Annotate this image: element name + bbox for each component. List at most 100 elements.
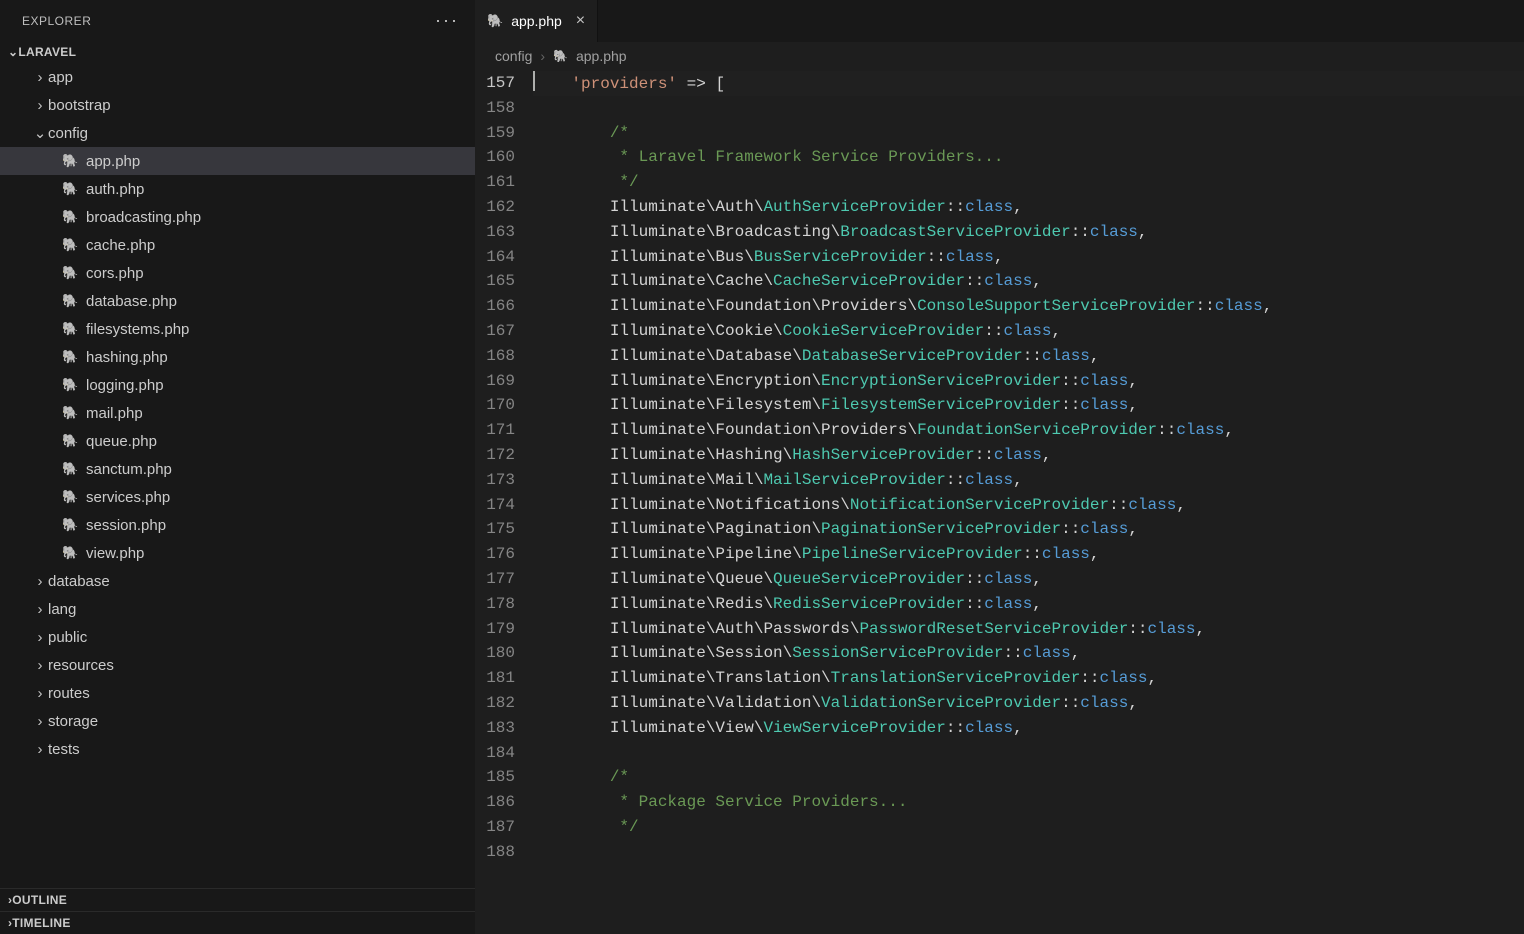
line-gutter: 1571581591601611621631641651661671681691…: [475, 71, 533, 934]
file-label: mail.php: [86, 405, 143, 422]
tab-app-php[interactable]: 🐘 app.php ×: [475, 0, 598, 42]
explorer-sidebar: EXPLORER ··· ⌄ LARAVEL ›app›bootstrap⌄co…: [0, 0, 475, 934]
file-label: broadcasting.php: [86, 209, 201, 226]
file-queue-php[interactable]: 🐘 queue.php: [0, 427, 475, 455]
file-label: cache.php: [86, 237, 155, 254]
chevron-down-icon: ⌄: [32, 124, 48, 142]
file-view-php[interactable]: 🐘 view.php: [0, 539, 475, 567]
php-icon: 🐘: [62, 293, 78, 309]
code-editor[interactable]: 1571581591601611621631641651661671681691…: [475, 71, 1524, 934]
php-icon: 🐘: [62, 377, 78, 393]
file-broadcasting-php[interactable]: 🐘 broadcasting.php: [0, 203, 475, 231]
chevron-right-icon: ›: [32, 573, 48, 590]
file-mail-php[interactable]: 🐘 mail.php: [0, 399, 475, 427]
breadcrumb-segment[interactable]: app.php: [576, 48, 627, 64]
folder-label: storage: [48, 713, 98, 730]
php-icon: 🐘: [62, 321, 78, 337]
folder-label: config: [48, 125, 88, 142]
folder-label: lang: [48, 601, 76, 618]
php-icon: 🐘: [62, 461, 78, 477]
folder-routes[interactable]: ›routes: [0, 679, 475, 707]
timeline-panel[interactable]: › TIMELINE: [0, 911, 475, 934]
file-sanctum-php[interactable]: 🐘 sanctum.php: [0, 455, 475, 483]
file-label: queue.php: [86, 433, 157, 450]
explorer-panels: › OUTLINE › TIMELINE: [0, 888, 475, 934]
chevron-right-icon: ›: [540, 48, 545, 64]
explorer-header: EXPLORER ···: [0, 0, 475, 41]
close-icon[interactable]: ×: [576, 12, 585, 30]
php-icon: 🐘: [62, 405, 78, 421]
file-label: view.php: [86, 545, 144, 562]
file-label: auth.php: [86, 181, 144, 198]
file-tree: ⌄ LARAVEL ›app›bootstrap⌄config🐘app.php🐘…: [0, 41, 475, 888]
folder-bootstrap[interactable]: ›bootstrap: [0, 91, 475, 119]
php-icon: 🐘: [553, 49, 568, 63]
file-services-php[interactable]: 🐘 services.php: [0, 483, 475, 511]
file-logging-php[interactable]: 🐘 logging.php: [0, 371, 475, 399]
file-label: hashing.php: [86, 349, 168, 366]
tab-bar: 🐘 app.php ×: [475, 0, 1524, 42]
project-name: LARAVEL: [18, 45, 76, 59]
folder-label: public: [48, 629, 87, 646]
chevron-right-icon: ›: [32, 713, 48, 730]
file-label: cors.php: [86, 265, 144, 282]
folder-app[interactable]: ›app: [0, 63, 475, 91]
chevron-right-icon: ›: [32, 685, 48, 702]
file-label: logging.php: [86, 377, 164, 394]
more-actions-icon[interactable]: ···: [435, 10, 459, 31]
chevron-right-icon: ›: [32, 601, 48, 618]
tab-label: app.php: [511, 13, 562, 29]
php-icon: 🐘: [62, 237, 78, 253]
file-hashing-php[interactable]: 🐘 hashing.php: [0, 343, 475, 371]
breadcrumb-segment[interactable]: config: [495, 48, 532, 64]
chevron-right-icon: ›: [32, 629, 48, 646]
code-content[interactable]: 'providers' => [ /* * Laravel Framework …: [533, 71, 1524, 934]
file-session-php[interactable]: 🐘 session.php: [0, 511, 475, 539]
folder-label: routes: [48, 685, 90, 702]
chevron-right-icon: ›: [32, 657, 48, 674]
php-icon: 🐘: [62, 265, 78, 281]
outline-label: OUTLINE: [12, 893, 67, 907]
file-cors-php[interactable]: 🐘 cors.php: [0, 259, 475, 287]
file-auth-php[interactable]: 🐘 auth.php: [0, 175, 475, 203]
editor-area: 🐘 app.php × config › 🐘 app.php 157158159…: [475, 0, 1524, 934]
chevron-right-icon: ›: [32, 97, 48, 114]
folder-label: database: [48, 573, 110, 590]
folder-database[interactable]: ›database: [0, 567, 475, 595]
outline-panel[interactable]: › OUTLINE: [0, 888, 475, 911]
chevron-down-icon: ⌄: [8, 45, 18, 59]
file-label: services.php: [86, 489, 170, 506]
folder-resources[interactable]: ›resources: [0, 651, 475, 679]
folder-tests[interactable]: ›tests: [0, 735, 475, 763]
file-label: session.php: [86, 517, 166, 534]
file-label: sanctum.php: [86, 461, 172, 478]
php-icon: 🐘: [62, 209, 78, 225]
explorer-title: EXPLORER: [22, 14, 91, 28]
folder-lang[interactable]: ›lang: [0, 595, 475, 623]
php-icon: 🐘: [62, 349, 78, 365]
folder-storage[interactable]: ›storage: [0, 707, 475, 735]
breadcrumb[interactable]: config › 🐘 app.php: [475, 42, 1524, 71]
php-icon: 🐘: [62, 153, 78, 169]
file-app-php[interactable]: 🐘app.php: [0, 147, 475, 175]
folder-label: app: [48, 69, 73, 86]
file-cache-php[interactable]: 🐘 cache.php: [0, 231, 475, 259]
project-root[interactable]: ⌄ LARAVEL: [0, 41, 475, 63]
php-icon: 🐘: [62, 181, 78, 197]
folder-label: bootstrap: [48, 97, 111, 114]
file-database-php[interactable]: 🐘 database.php: [0, 287, 475, 315]
folder-public[interactable]: ›public: [0, 623, 475, 651]
php-icon: 🐘: [62, 545, 78, 561]
chevron-right-icon: ›: [32, 69, 48, 86]
file-filesystems-php[interactable]: 🐘 filesystems.php: [0, 315, 475, 343]
php-icon: 🐘: [62, 517, 78, 533]
php-icon: 🐘: [62, 433, 78, 449]
file-label: filesystems.php: [86, 321, 189, 338]
chevron-right-icon: ›: [32, 741, 48, 758]
file-label: database.php: [86, 293, 177, 310]
timeline-label: TIMELINE: [12, 916, 70, 930]
folder-label: tests: [48, 741, 80, 758]
folder-label: resources: [48, 657, 114, 674]
folder-config[interactable]: ⌄config: [0, 119, 475, 147]
php-icon: 🐘: [62, 489, 78, 505]
